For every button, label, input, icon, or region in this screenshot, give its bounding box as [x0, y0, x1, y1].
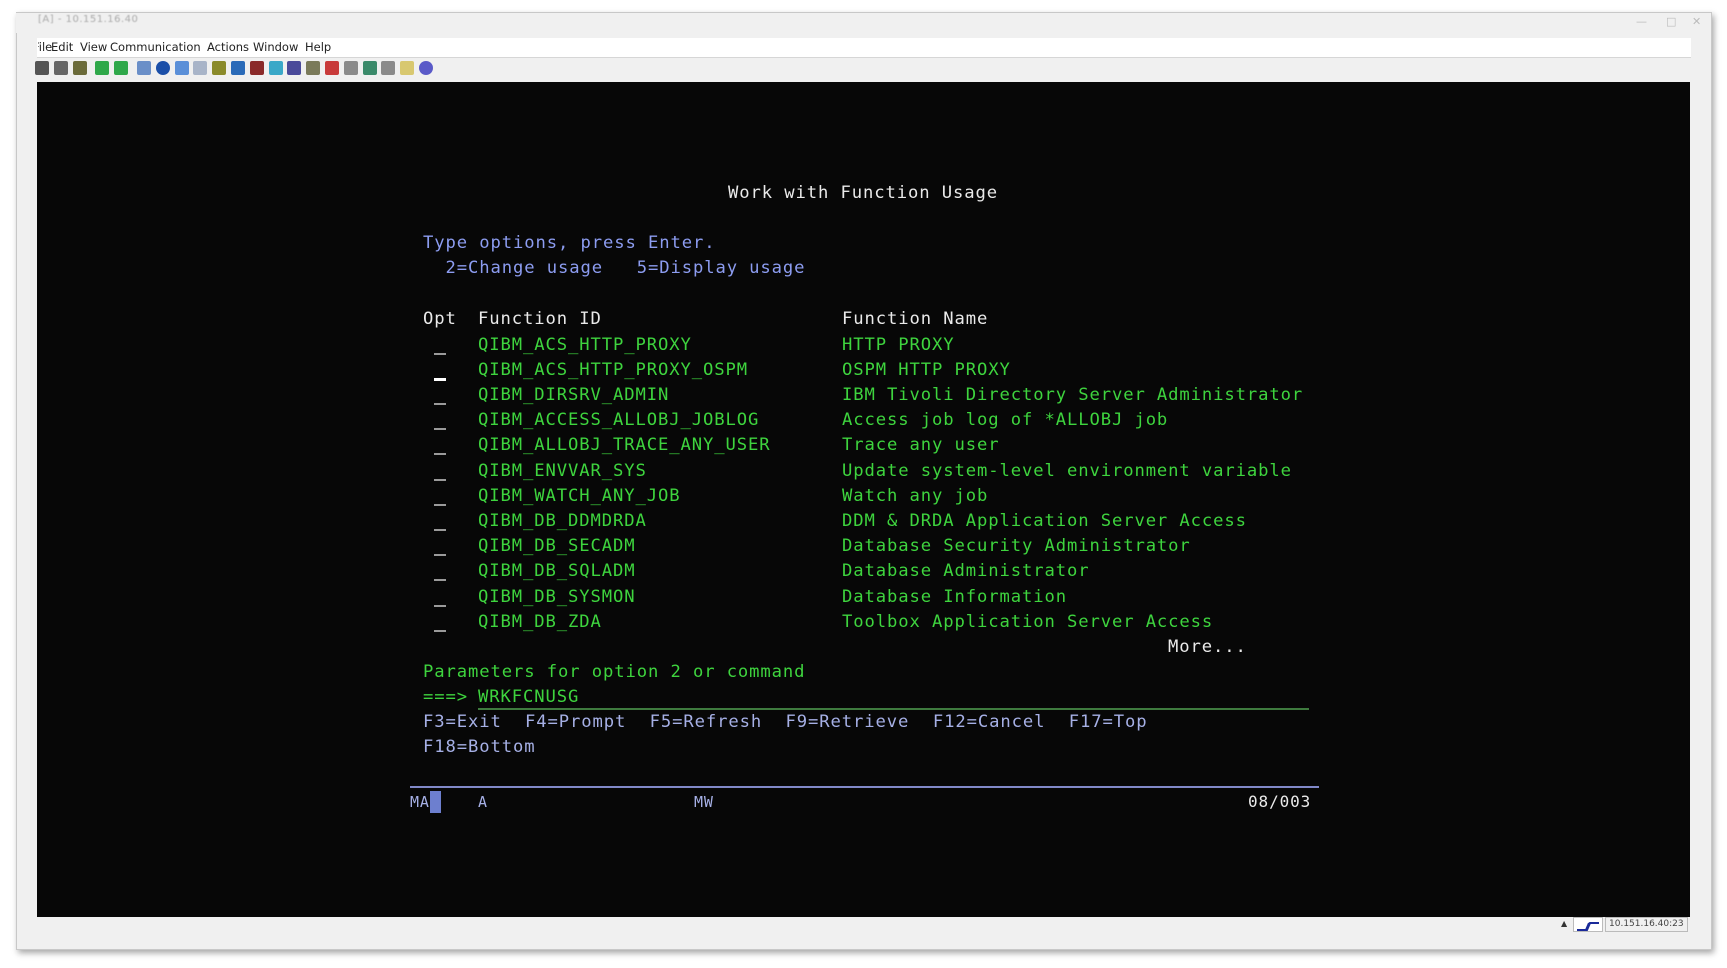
session-icon[interactable] [249, 61, 264, 75]
terminal-screen[interactable]: Work with Function Usage Type options, p… [37, 82, 1690, 917]
record-macro-icon[interactable] [155, 61, 170, 75]
menu-actions[interactable]: Actions [207, 40, 249, 54]
fkey-cancel[interactable]: F12=Cancel [933, 712, 1045, 732]
parameters-label: Parameters for option 2 or command [423, 662, 806, 682]
function-id: QIBM_ACS_HTTP_PROXY_OSPM [478, 359, 748, 380]
menu-view[interactable]: View [80, 40, 107, 54]
option-input[interactable] [434, 377, 446, 381]
header-function-name: Function Name [842, 309, 989, 329]
menu-help[interactable]: Help [305, 40, 331, 54]
help-icon[interactable] [419, 61, 433, 75]
close-button[interactable]: ✕ [1692, 15, 1701, 28]
command-input[interactable]: WRKFCNUSG [478, 687, 579, 707]
option-input[interactable] [434, 428, 446, 431]
function-id: QIBM_DB_SECADM [478, 536, 636, 557]
instructions-text: Type options, press Enter. [423, 233, 716, 253]
option-input[interactable] [434, 528, 446, 531]
minimize-button[interactable]: — [1636, 15, 1647, 28]
function-id: QIBM_DB_SQLADM [478, 561, 636, 582]
printer-small-icon[interactable] [343, 61, 358, 75]
function-id: QIBM_DB_ZDA [478, 611, 602, 632]
flag-icon[interactable] [362, 61, 377, 75]
function-name: Database Administrator [842, 561, 1090, 582]
function-id: QIBM_ACS_HTTP_PROXY [478, 334, 692, 355]
function-name: Access job log of *ALLOBJ job [842, 410, 1169, 431]
menu-bar: File Edit View Communication Actions Win… [37, 38, 1691, 57]
toolbar [35, 57, 1691, 82]
copy-icon[interactable] [53, 61, 68, 75]
oia-mode: MW [694, 793, 714, 811]
pause-icon[interactable] [381, 61, 396, 75]
database-icon[interactable] [212, 61, 227, 75]
document-icon[interactable] [193, 61, 208, 75]
function-id: QIBM_DB_SYSMON [478, 586, 636, 607]
fkey-exit[interactable]: F3=Exit [423, 712, 502, 732]
function-id: QIBM_ACCESS_ALLOBJ_JOBLOG [478, 410, 760, 431]
function-id: QIBM_ALLOBJ_TRACE_ANY_USER [478, 435, 771, 456]
header-opt: Opt [423, 309, 457, 329]
settings-gear-icon[interactable] [231, 61, 245, 75]
fkey-top[interactable]: F17=Top [1069, 712, 1148, 732]
option-input[interactable] [434, 554, 446, 557]
option-input[interactable] [434, 352, 446, 355]
option-input[interactable] [434, 629, 446, 632]
fkey-refresh[interactable]: F5=Refresh [650, 712, 762, 732]
header-function-id: Function ID [478, 309, 602, 329]
option-input[interactable] [434, 402, 446, 405]
oia-indicator: A [478, 793, 488, 811]
grid-icon[interactable] [287, 61, 302, 75]
function-id: QIBM_WATCH_ANY_JOB [478, 485, 681, 506]
maximize-button[interactable]: □ [1666, 15, 1676, 28]
fkey-prompt[interactable]: F4=Prompt [525, 712, 626, 732]
scroll-up-icon[interactable]: ▲ [1561, 919, 1567, 928]
oia-session: MA [410, 793, 430, 811]
notes-icon[interactable] [400, 61, 415, 75]
send-file-icon[interactable] [95, 61, 110, 75]
function-id: QIBM_ENVVAR_SYS [478, 460, 647, 481]
function-name: Trace any user [842, 435, 1000, 456]
function-name: DDM & DRDA Application Server Access [842, 510, 1247, 531]
screen-title: Work with Function Usage [728, 183, 998, 203]
cursor-position: 08/003 [1248, 792, 1312, 811]
receive-file-icon[interactable] [114, 61, 129, 75]
status-bar: ▲ 10.151.16.40:23 [37, 917, 1690, 932]
cursor-block [430, 791, 441, 813]
oia-separator [410, 786, 1319, 788]
function-name: Watch any job [842, 485, 989, 506]
command-prompt: ===> [423, 687, 468, 707]
paste-icon[interactable] [72, 61, 87, 75]
title-bar: [A] - 10.151.16.40 — □ ✕ [16, 13, 1710, 33]
function-id: QIBM_DB_DDMDRDA [478, 510, 647, 531]
function-name: Database Information [842, 586, 1067, 607]
function-id: QIBM_DIRSRV_ADMIN [478, 384, 670, 405]
function-name: Database Security Administrator [842, 536, 1191, 557]
option-input[interactable] [434, 604, 446, 607]
function-name: Toolbox Application Server Access [842, 611, 1214, 632]
more-indicator: More... [1168, 637, 1247, 657]
menu-edit[interactable]: Edit [51, 40, 73, 54]
fkey-bottom[interactable]: F18=Bottom [423, 737, 535, 757]
host-address: 10.151.16.40:23 [1605, 917, 1688, 932]
window-title: [A] - 10.151.16.40 [38, 14, 139, 25]
menu-window[interactable]: Window [253, 40, 298, 54]
fkey-retrieve[interactable]: F9=Retrieve [786, 712, 910, 732]
menu-communication[interactable]: Communication [110, 40, 201, 54]
connection-status-icon [1573, 917, 1603, 932]
option-input[interactable] [434, 453, 446, 456]
command-input-underline [478, 708, 1309, 710]
display-icon[interactable] [137, 61, 151, 75]
function-name: HTTP PROXY [842, 334, 955, 355]
function-name: Update system-level environment variable [842, 460, 1292, 481]
function-name: IBM Tivoli Directory Server Administrato… [842, 384, 1304, 405]
option-input[interactable] [434, 503, 446, 506]
screen-icon[interactable] [268, 61, 283, 75]
option-input[interactable] [434, 478, 446, 481]
upload-red-icon[interactable] [325, 61, 339, 75]
window-icon[interactable] [174, 61, 189, 75]
tools-icon[interactable] [306, 61, 321, 75]
print-icon[interactable] [35, 61, 49, 75]
option-input[interactable] [434, 579, 446, 582]
function-name: OSPM HTTP PROXY [842, 359, 1011, 380]
options-legend: 2=Change usage 5=Display usage [423, 258, 806, 278]
